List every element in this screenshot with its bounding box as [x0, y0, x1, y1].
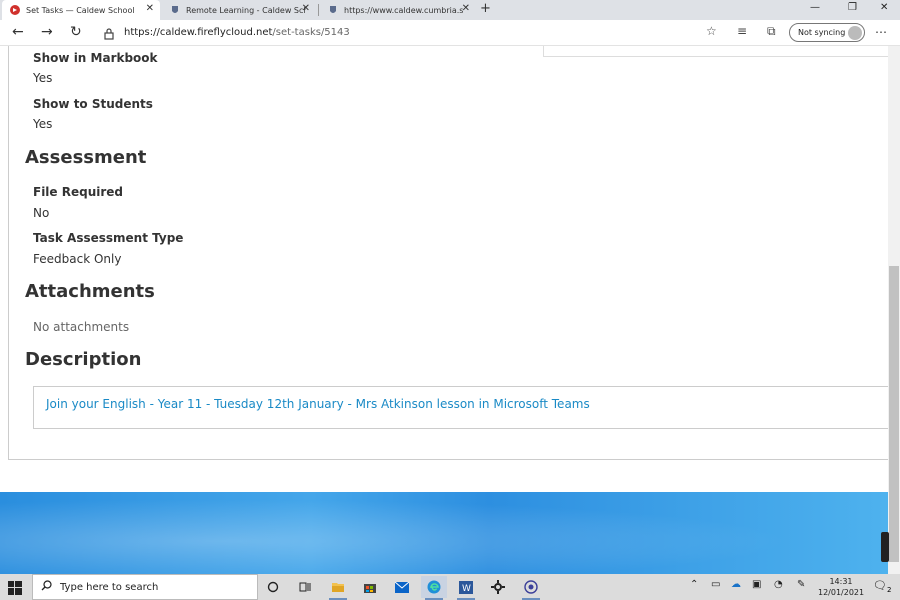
- task-view-icon[interactable]: [292, 576, 318, 598]
- field-label: Show in Markbook: [33, 51, 158, 65]
- profile-sync-button[interactable]: Not syncing: [789, 23, 865, 42]
- tab-set-tasks[interactable]: Set Tasks — Caldew School ✕: [2, 0, 160, 20]
- search-placeholder: Type here to search: [60, 581, 159, 593]
- tab-title: https://www.caldew.cumbria.sch: [344, 5, 464, 15]
- lock-icon[interactable]: [104, 25, 114, 44]
- school-crest-favicon-icon: [328, 5, 338, 15]
- tab-remote-learning[interactable]: Remote Learning - Caldew Scho ✕: [162, 0, 316, 20]
- edge-icon[interactable]: [421, 576, 447, 600]
- collections-icon[interactable]: ⧉: [767, 24, 776, 39]
- field-value: No: [33, 206, 50, 220]
- settings-icon[interactable]: [485, 576, 511, 598]
- notification-count: 2: [886, 586, 892, 595]
- mail-icon[interactable]: [389, 576, 415, 598]
- restore-icon[interactable]: ❐: [848, 2, 857, 13]
- empty-attachments-text: No attachments: [33, 320, 130, 334]
- windows-taskbar: Type here to search W ⌃ ▭ ☁ ▣ ◔ ✎ 14:31 …: [0, 574, 900, 600]
- taskbar-search-box[interactable]: Type here to search: [32, 574, 258, 600]
- field-value: Feedback Only: [33, 252, 122, 266]
- media-icon[interactable]: [518, 576, 544, 600]
- wifi-icon[interactable]: ◔: [774, 579, 783, 590]
- pen-icon[interactable]: ✎: [797, 579, 805, 590]
- search-icon: [41, 580, 52, 594]
- school-crest-favicon-icon: [170, 5, 180, 15]
- clock-time: 14:31: [829, 577, 853, 586]
- forward-icon[interactable]: →: [41, 24, 53, 40]
- display-icon[interactable]: ▣: [752, 579, 761, 590]
- page-scrollbar[interactable]: [888, 46, 900, 574]
- windows-start-icon[interactable]: [8, 580, 22, 599]
- field-label: Task Assessment Type: [33, 231, 184, 245]
- teams-lesson-link[interactable]: Join your English - Year 11 - Tuesday 12…: [46, 397, 590, 411]
- browser-toolbar: ← → ↻ https://caldew.fireflycloud.net/se…: [0, 20, 900, 46]
- scroll-handle[interactable]: [881, 532, 889, 562]
- close-tab-icon[interactable]: ✕: [302, 3, 310, 14]
- device-icon[interactable]: ▭: [711, 579, 720, 590]
- new-tab-button[interactable]: +: [480, 1, 491, 16]
- close-tab-icon[interactable]: ✕: [146, 3, 154, 14]
- tab-separator: [318, 4, 319, 16]
- cortana-icon[interactable]: [260, 576, 286, 598]
- close-tab-icon[interactable]: ✕: [462, 3, 470, 14]
- back-icon[interactable]: ←: [12, 24, 24, 40]
- url-path: /set-tasks/5143: [272, 27, 350, 38]
- more-options-icon[interactable]: ⋯: [875, 25, 887, 39]
- browser-tab-strip: Set Tasks — Caldew School ✕ Remote Learn…: [0, 0, 900, 20]
- refresh-icon[interactable]: ↻: [70, 24, 82, 40]
- favorites-list-icon[interactable]: ≡: [737, 24, 747, 38]
- sync-label: Not syncing: [798, 28, 846, 37]
- description-box: Join your English - Year 11 - Tuesday 12…: [33, 386, 888, 429]
- tab-title: Set Tasks — Caldew School: [26, 5, 135, 15]
- field-value: Yes: [33, 71, 53, 85]
- page-content: Show in Markbook Yes Show to Students Ye…: [0, 46, 888, 492]
- url-host: https://caldew.fireflycloud.net: [124, 27, 273, 38]
- section-heading: Attachments: [25, 281, 155, 302]
- taskbar-clock[interactable]: 14:31 12/01/2021: [818, 576, 864, 598]
- section-heading: Description: [25, 349, 142, 370]
- word-icon[interactable]: W: [453, 576, 479, 600]
- address-bar[interactable]: https://caldew.fireflycloud.net/set-task…: [124, 27, 350, 38]
- show-hidden-icons-icon[interactable]: ⌃: [690, 579, 698, 590]
- minimize-icon[interactable]: —: [810, 2, 820, 13]
- desktop-wallpaper: [0, 492, 888, 574]
- onedrive-icon[interactable]: ☁: [731, 579, 741, 590]
- tab-title: Remote Learning - Caldew Scho: [186, 5, 306, 15]
- firefly-favicon-icon: [10, 5, 20, 15]
- field-value: Yes: [33, 117, 53, 131]
- file-explorer-icon[interactable]: [325, 576, 351, 600]
- close-window-icon[interactable]: ✕: [880, 2, 888, 13]
- clock-date: 12/01/2021: [818, 588, 865, 597]
- store-icon[interactable]: [357, 576, 383, 598]
- scrollbar-thumb[interactable]: [889, 266, 899, 562]
- tab-caldew-website[interactable]: https://www.caldew.cumbria.sch ✕: [320, 0, 476, 20]
- favorite-star-icon[interactable]: ☆: [706, 24, 717, 38]
- section-heading: Assessment: [25, 147, 147, 168]
- svg-text:W: W: [462, 584, 471, 594]
- avatar: [848, 26, 862, 40]
- field-label: Show to Students: [33, 97, 153, 111]
- notification-center-icon[interactable]: 🗨2: [873, 579, 891, 594]
- field-label: File Required: [33, 185, 124, 199]
